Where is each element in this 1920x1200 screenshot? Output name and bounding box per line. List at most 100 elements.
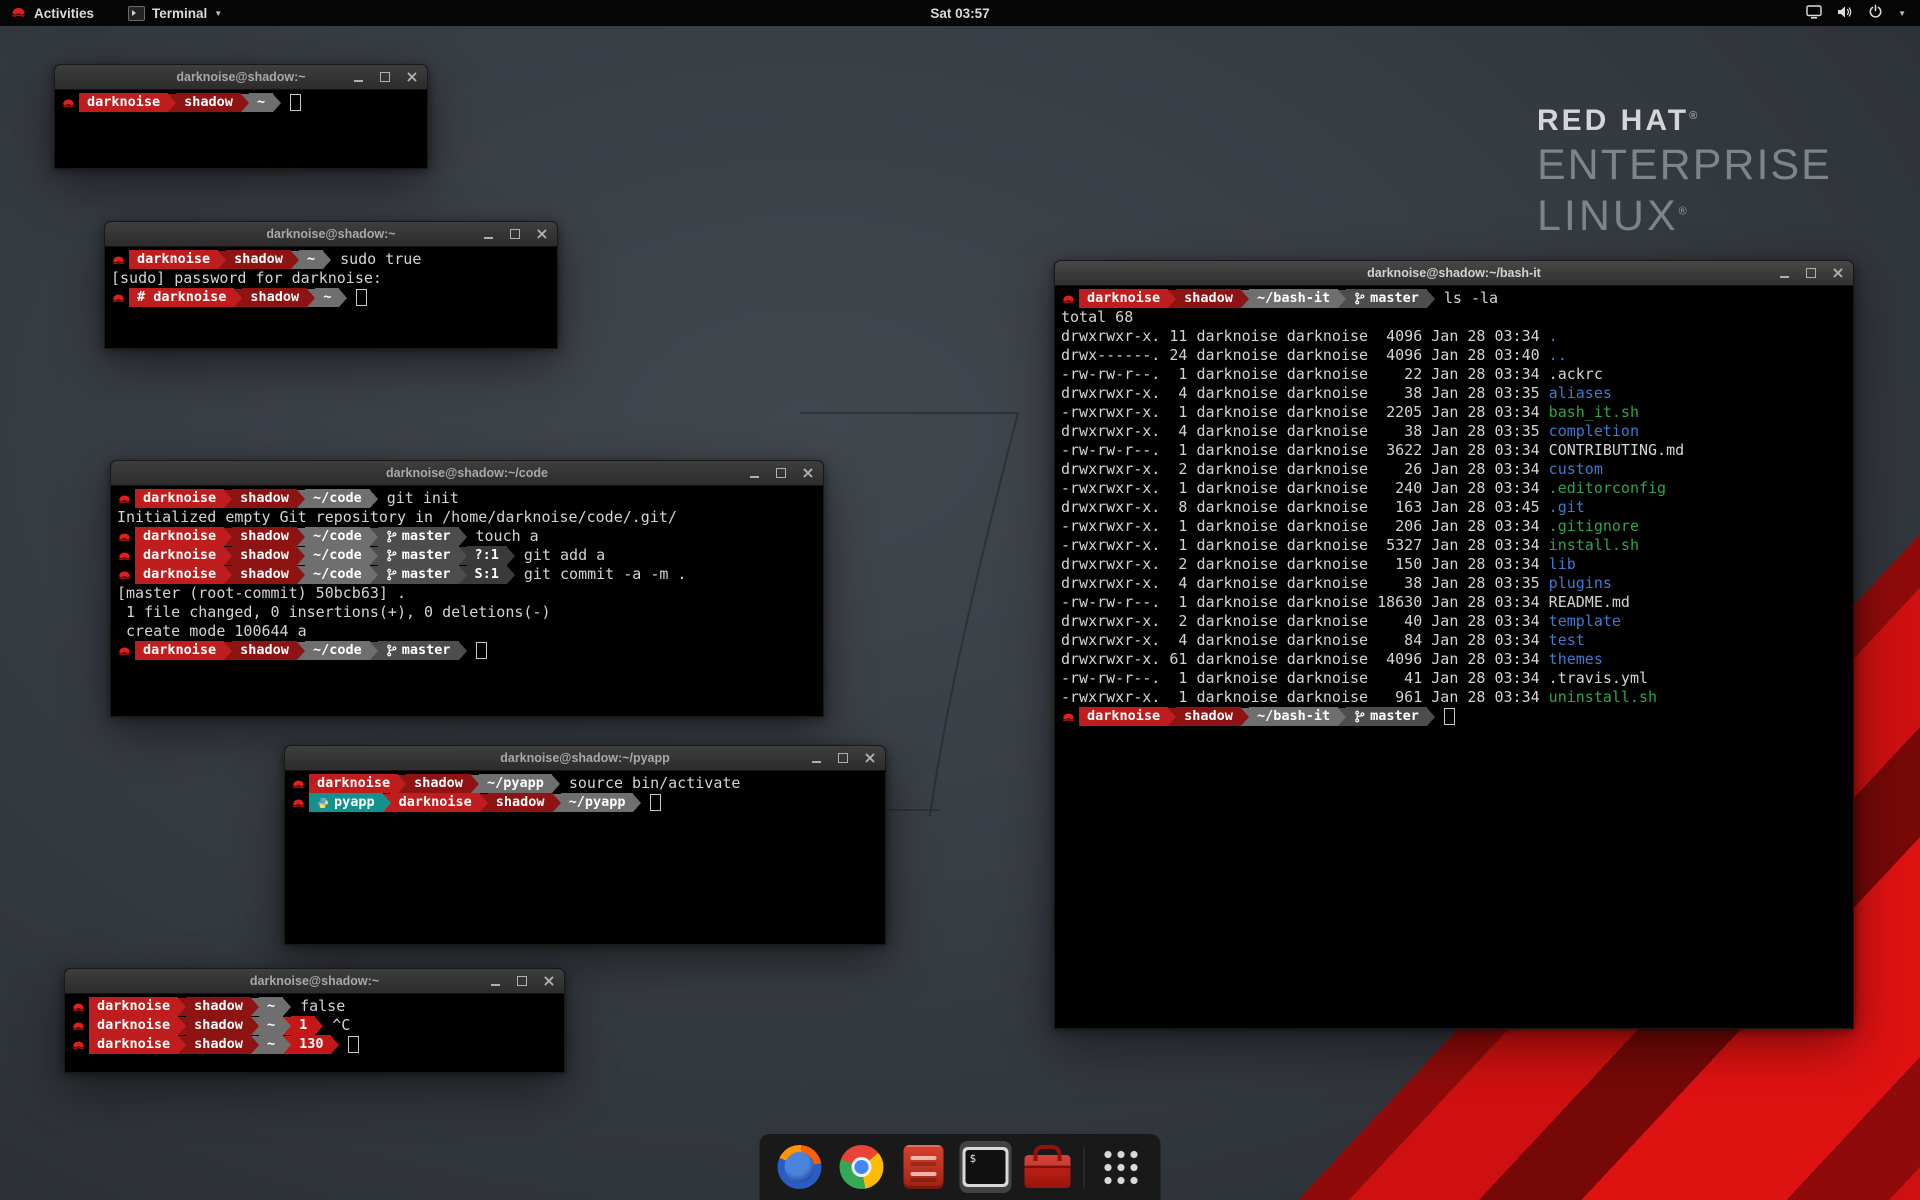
- file-attributes: drwx------. 24 darknoise darknoise 4096 …: [1061, 346, 1549, 365]
- window-titlebar[interactable]: darknoise@shadow:~/pyapp ×: [284, 745, 886, 771]
- dock-item-files[interactable]: [898, 1141, 950, 1193]
- window-titlebar[interactable]: darknoise@shadow:~ ×: [64, 968, 565, 994]
- powerline-separator: [1338, 290, 1346, 308]
- window-title: darknoise@shadow:~: [176, 70, 305, 84]
- dock-item-app-grid[interactable]: [1095, 1141, 1147, 1193]
- file-row: drwxrwxr-x. 61 darknoise darknoise 4096 …: [1061, 650, 1847, 669]
- file-attributes: drwxrwxr-x. 11 darknoise darknoise 4096 …: [1061, 327, 1549, 346]
- powerline-separator: [1168, 708, 1176, 726]
- powerline-separator: [323, 251, 331, 269]
- file-row: drwxrwxr-x. 11 darknoise darknoise 4096 …: [1061, 327, 1847, 346]
- output-line: 1 file changed, 0 insertions(+), 0 delet…: [117, 603, 817, 622]
- window-titlebar[interactable]: darknoise@shadow:~ ×: [54, 64, 428, 90]
- brand-redhat: RED HAT®: [1537, 104, 1832, 138]
- powerline-separator: [331, 1036, 339, 1054]
- command-text: touch a: [476, 527, 539, 546]
- activities-button[interactable]: Activities: [0, 0, 104, 26]
- output-text: Initialized empty Git repository in /hom…: [117, 508, 677, 527]
- window-titlebar[interactable]: darknoise@shadow:~/bash-it ×: [1054, 260, 1854, 286]
- brand-linux: LINUX®: [1537, 192, 1832, 241]
- clock-button[interactable]: Sat 03:57: [930, 0, 989, 26]
- prompt-segment-path: ~: [249, 93, 273, 112]
- prompt-segment-stat: S:1: [467, 565, 507, 584]
- prompt-line: # darknoiseshadow~: [111, 288, 551, 307]
- file-row: drwxrwxr-x. 2 darknoise darknoise 150 Ja…: [1061, 555, 1847, 574]
- maximize-button[interactable]: [836, 751, 850, 765]
- maximize-button[interactable]: [378, 70, 392, 84]
- prompt-segment-path: ~/pyapp: [479, 774, 552, 793]
- powerline-separator: [1338, 708, 1346, 726]
- close-button[interactable]: ×: [405, 70, 419, 84]
- file-name: completion: [1549, 422, 1639, 441]
- prompt-line: darknoiseshadow~1^C: [71, 1016, 558, 1035]
- output-text: create mode 100644 a: [117, 622, 307, 641]
- window-titlebar[interactable]: darknoise@shadow:~/code ×: [110, 460, 824, 486]
- terminal-content[interactable]: darknoiseshadow~/bash-itmasterls -latota…: [1054, 286, 1854, 1029]
- system-status-area: ▼: [1806, 0, 1920, 26]
- dock-item-chrome[interactable]: [836, 1141, 888, 1193]
- close-button[interactable]: ×: [535, 227, 549, 241]
- maximize-button[interactable]: [1804, 266, 1818, 280]
- dock-item-terminal[interactable]: $: [960, 1141, 1012, 1193]
- redhat-prompt-icon: [291, 797, 309, 809]
- minimize-button[interactable]: [351, 70, 365, 84]
- terminal-content[interactable]: darknoiseshadow~/pyappsource bin/activat…: [284, 771, 886, 945]
- window-controls: ×: [488, 969, 556, 993]
- prompt-line: darknoiseshadow~/bash-itmasterls -la: [1061, 289, 1847, 308]
- minimize-button[interactable]: [488, 974, 502, 988]
- volume-icon[interactable]: [1837, 5, 1853, 22]
- prompt-segment-path: ~: [315, 288, 339, 307]
- minimize-button[interactable]: [809, 751, 823, 765]
- file-attributes: drwxrwxr-x. 61 darknoise darknoise 4096 …: [1061, 650, 1549, 669]
- redhat-prompt-icon: [71, 1020, 89, 1032]
- minimize-button[interactable]: [747, 466, 761, 480]
- prompt-segment-host: shadow: [226, 250, 291, 269]
- maximize-button[interactable]: [515, 974, 529, 988]
- terminal-content[interactable]: darknoiseshadow~/codegit initInitialized…: [110, 486, 824, 717]
- terminal-content[interactable]: darknoiseshadow~: [54, 90, 428, 169]
- powerline-separator: [307, 289, 315, 307]
- prompt-segment-host: shadow: [232, 489, 297, 508]
- powerline-separator: [480, 794, 488, 812]
- powerline-separator: [234, 289, 242, 307]
- file-attributes: -rwxrwxr-x. 1 darknoise darknoise 961 Ja…: [1061, 688, 1549, 707]
- terminal-content[interactable]: darknoiseshadow~sudo true[sudo] password…: [104, 247, 558, 349]
- prompt-line: darknoiseshadow~130: [71, 1035, 558, 1054]
- file-attributes: -rw-rw-r--. 1 darknoise darknoise 22 Jan…: [1061, 365, 1549, 384]
- prompt-segment-path: ~: [259, 1035, 283, 1054]
- prompt-segment-path: ~/code: [305, 546, 370, 565]
- prompt-segment-user: darknoise: [135, 546, 224, 565]
- window-titlebar[interactable]: darknoise@shadow:~ ×: [104, 221, 558, 247]
- prompt-segment-host: shadow: [1176, 289, 1241, 308]
- prompt-segment-host: shadow: [1176, 707, 1241, 726]
- minimize-button[interactable]: [481, 227, 495, 241]
- dock-item-toolbox[interactable]: [1022, 1141, 1074, 1193]
- powerline-separator: [251, 998, 259, 1016]
- file-attributes: -rw-rw-r--. 1 darknoise darknoise 3622 J…: [1061, 441, 1549, 460]
- close-button[interactable]: ×: [801, 466, 815, 480]
- close-button[interactable]: ×: [1831, 266, 1845, 280]
- maximize-button[interactable]: [774, 466, 788, 480]
- maximize-button[interactable]: [508, 227, 522, 241]
- chrome-icon: [840, 1145, 884, 1189]
- prompt-segment-user: # darknoise: [129, 288, 234, 307]
- close-button[interactable]: ×: [863, 751, 877, 765]
- terminal-content[interactable]: darknoiseshadow~falsedarknoiseshadow~1^C…: [64, 994, 565, 1073]
- close-button[interactable]: ×: [542, 974, 556, 988]
- prompt-segment-path: ~/bash-it: [1249, 707, 1338, 726]
- dock-item-firefox[interactable]: [774, 1141, 826, 1193]
- prompt-line: darknoiseshadow~/bash-itmaster: [1061, 707, 1847, 726]
- prompt-segment-git: master: [378, 641, 459, 660]
- powerline-separator: [339, 289, 347, 307]
- power-icon[interactable]: [1868, 4, 1883, 22]
- prompt-segment-host: shadow: [488, 793, 553, 812]
- display-icon[interactable]: [1806, 5, 1822, 22]
- system-menu-chevron-icon[interactable]: ▼: [1898, 9, 1906, 18]
- app-menu-terminal[interactable]: Terminal ▼: [118, 0, 232, 26]
- prompt-segment-path: ~/code: [305, 527, 370, 546]
- prompt-segment-exit: 130: [291, 1035, 331, 1054]
- file-name: .travis.yml: [1549, 669, 1648, 688]
- minimize-button[interactable]: [1777, 266, 1791, 280]
- powerline-separator: [251, 1017, 259, 1035]
- window-controls: ×: [747, 461, 815, 485]
